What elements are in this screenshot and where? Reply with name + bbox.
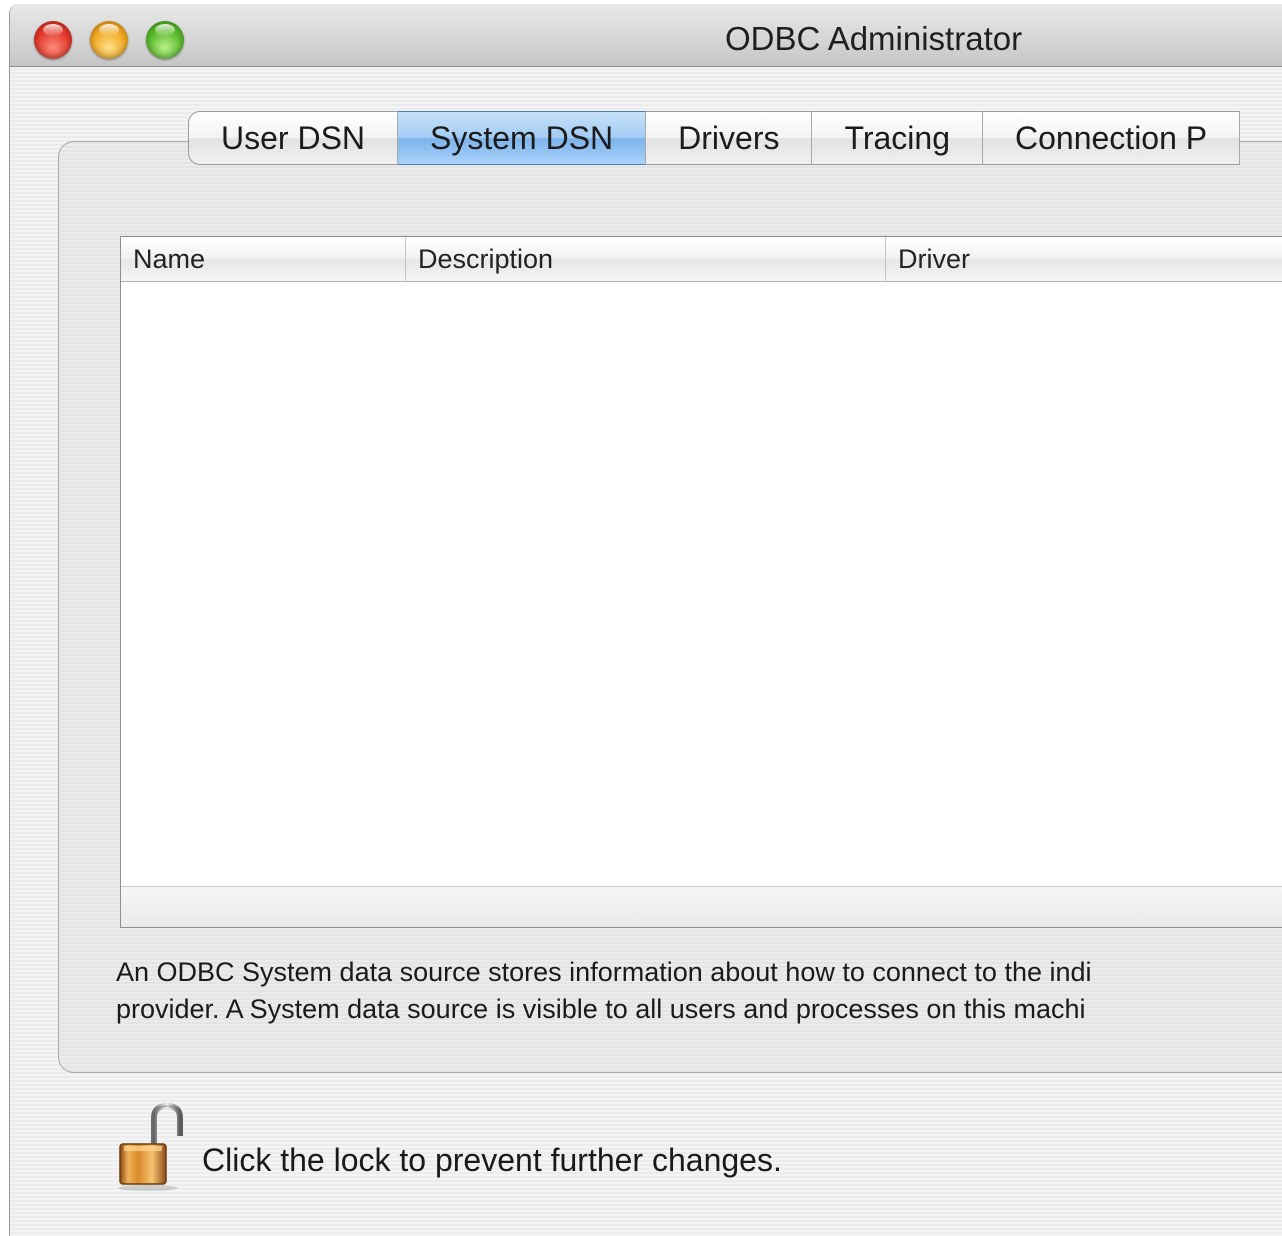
column-header-description[interactable]: Description — [406, 237, 886, 281]
system-dsn-description: An ODBC System data source stores inform… — [116, 954, 1282, 1028]
title-bar[interactable]: ODBC Administrator — [10, 4, 1282, 67]
zoom-window-button[interactable] — [146, 21, 184, 59]
description-line-2: provider. A System data source is visibl… — [116, 994, 1086, 1024]
tab-drivers[interactable]: Drivers — [646, 111, 813, 165]
tab-user-dsn[interactable]: User DSN — [188, 111, 399, 165]
tab-bar: User DSN System DSN Drivers Tracing Conn… — [188, 111, 1241, 165]
open-lock-icon[interactable] — [110, 1102, 190, 1192]
odbc-administrator-window: ODBC Administrator User DSN System DSN D… — [9, 4, 1282, 1236]
column-header-driver[interactable]: Driver — [886, 237, 1282, 281]
tab-connection-pooling[interactable]: Connection P — [983, 111, 1241, 165]
dsn-table[interactable]: Name Description Driver — [120, 236, 1282, 928]
column-header-name[interactable]: Name — [121, 237, 406, 281]
window-title: ODBC Administrator — [725, 20, 1023, 57]
tab-system-dsn[interactable]: System DSN — [398, 111, 647, 165]
table-body[interactable] — [121, 282, 1282, 882]
table-header: Name Description Driver — [121, 237, 1282, 282]
description-line-1: An ODBC System data source stores inform… — [116, 957, 1092, 987]
minimize-window-button[interactable] — [90, 21, 128, 59]
horizontal-scrollbar[interactable] — [121, 886, 1282, 927]
lock-message: Click the lock to prevent further change… — [202, 1142, 782, 1178]
tab-tracing[interactable]: Tracing — [812, 111, 983, 165]
close-window-button[interactable] — [34, 21, 72, 59]
